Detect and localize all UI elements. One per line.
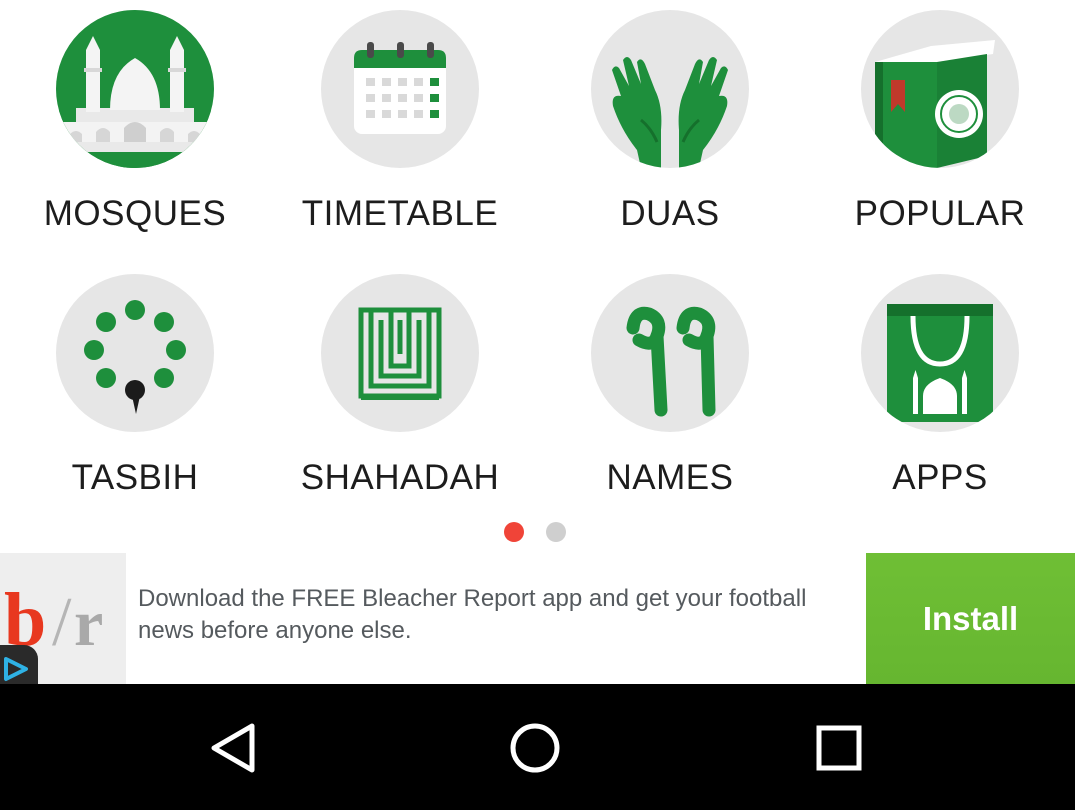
tile-label: DUAS [620, 194, 720, 233]
system-navigation-bar [0, 684, 1075, 810]
svg-text:r: r [74, 587, 103, 660]
calendar-icon [321, 10, 479, 168]
mosque-icon [56, 10, 214, 168]
tile-label: TIMETABLE [301, 194, 499, 233]
shopping-bag-icon [861, 274, 1019, 432]
kufic-calligraphy-icon [321, 274, 479, 432]
page-dot-inactive[interactable] [546, 522, 566, 542]
tile-label: APPS [892, 458, 988, 497]
page-dot-active[interactable] [504, 522, 524, 542]
adchoices-icon[interactable] [0, 645, 38, 685]
tile-label: MOSQUES [43, 194, 227, 233]
tile-tasbih[interactable]: TASBIH [0, 264, 270, 514]
tile-label: SHAHADAH [300, 458, 500, 497]
install-button[interactable]: Install [866, 553, 1075, 684]
tile-duas[interactable]: DUAS [535, 0, 805, 250]
book-icon [861, 10, 1019, 168]
tile-popular[interactable]: POPULAR [805, 0, 1075, 250]
tile-timetable[interactable]: TIMETABLE [265, 0, 535, 250]
praying-hands-icon [591, 10, 749, 168]
tile-shahadah[interactable]: SHAHADAH [265, 264, 535, 514]
home-circle-icon[interactable] [500, 712, 570, 782]
recents-square-icon[interactable] [804, 712, 874, 782]
feature-grid: MOSQUES TIMETABLE DUAS POPULAR TASBIH SH… [0, 0, 1075, 520]
tile-names[interactable]: NAMES [535, 264, 805, 514]
tile-label: POPULAR [854, 194, 1026, 233]
tile-apps[interactable]: APPS [805, 264, 1075, 514]
arabic-99-icon [591, 274, 749, 432]
page-indicator [0, 521, 1075, 543]
ad-banner[interactable]: b / r Download the FREE Bleacher Report … [0, 553, 1075, 684]
tile-label: TASBIH [71, 458, 199, 497]
back-triangle-icon[interactable] [200, 712, 270, 782]
tile-label: NAMES [606, 458, 734, 497]
svg-text:/: / [52, 584, 72, 661]
prayer-beads-icon [56, 274, 214, 432]
ad-text: Download the FREE Bleacher Report app an… [138, 585, 807, 644]
tile-mosques[interactable]: MOSQUES [0, 0, 270, 250]
